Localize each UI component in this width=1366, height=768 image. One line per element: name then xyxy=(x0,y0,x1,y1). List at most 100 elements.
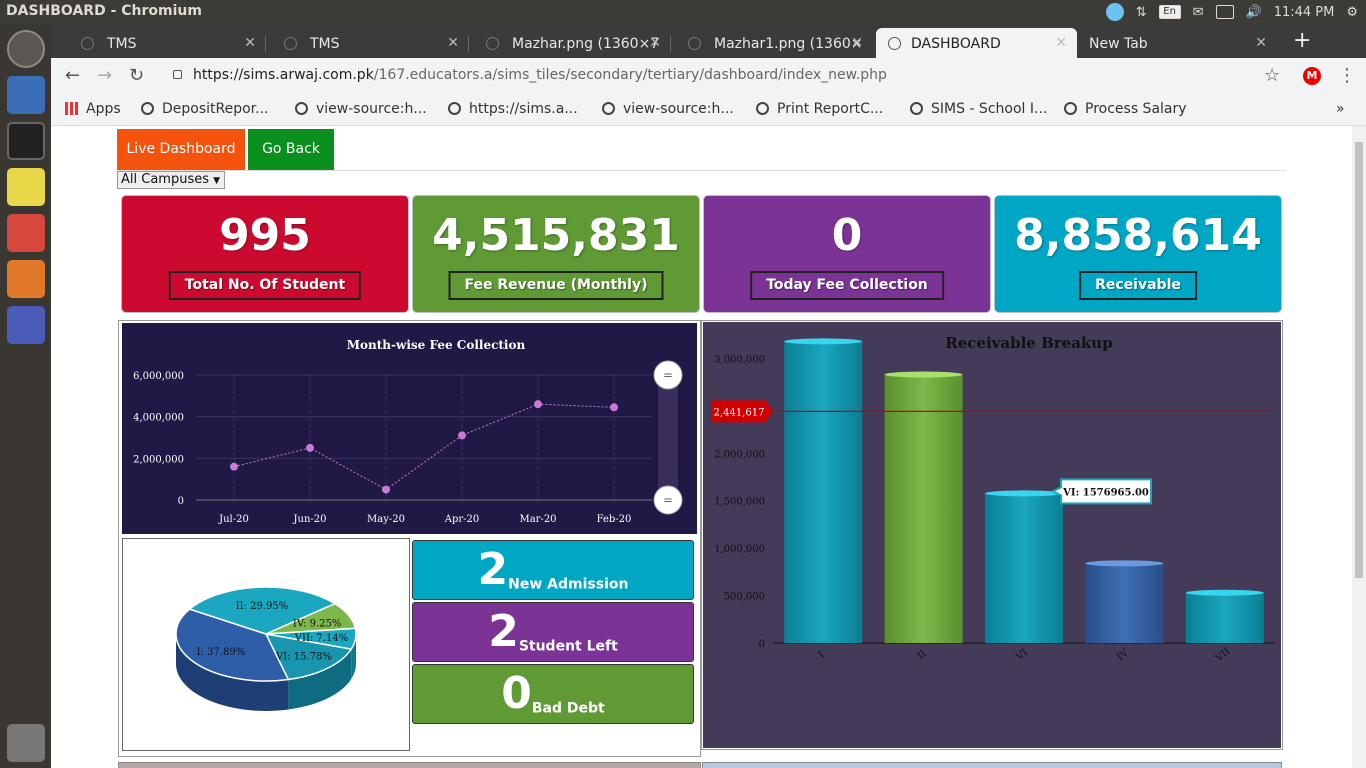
files-icon[interactable] xyxy=(7,214,45,252)
data-point[interactable] xyxy=(610,403,618,412)
bookmark-label: Print ReportC... xyxy=(777,101,884,117)
bad-debt-card: 0Bad Debt xyxy=(412,664,694,724)
x-tick-label: Mar-20 xyxy=(519,514,556,525)
bookmark-item[interactable]: Print ReportC... xyxy=(756,101,883,117)
svg-text:=: = xyxy=(663,493,673,507)
bookmark-item[interactable]: view-source:h... xyxy=(295,101,427,117)
x-tick-label: Apr-20 xyxy=(444,514,480,525)
campus-select-value: All Campuses xyxy=(121,172,209,187)
globe-icon xyxy=(688,37,701,50)
globe-icon xyxy=(1064,102,1077,115)
ssh-app-icon[interactable] xyxy=(7,168,45,206)
y-tick-label: 1,000,000 xyxy=(714,544,765,555)
profile-avatar[interactable]: M xyxy=(1303,67,1321,85)
tab-tms-2[interactable]: TMS ✕ xyxy=(254,28,469,58)
page-scrollbar[interactable] xyxy=(1352,126,1366,768)
globe-icon xyxy=(295,102,308,115)
range-scrollbar[interactable] xyxy=(658,375,678,500)
close-tab-icon[interactable]: ✕ xyxy=(851,35,863,51)
stat-value: 0 xyxy=(831,210,863,261)
tab-label: TMS xyxy=(310,36,340,52)
tab-mazhar-png[interactable]: Mazhar.png (1360×7 ✕ xyxy=(456,28,671,58)
bookmark-star-icon[interactable]: ☆ xyxy=(1264,65,1280,86)
bookmarks-overflow-icon[interactable]: » xyxy=(1336,101,1345,117)
back-button[interactable]: ← xyxy=(65,65,80,86)
x-tick-label: Jul-20 xyxy=(218,514,249,525)
battery-icon[interactable] xyxy=(1215,5,1234,19)
data-point[interactable] xyxy=(458,431,466,440)
tab-mazhar1-png[interactable]: Mazhar1.png (1360× ✕ xyxy=(658,28,873,58)
mail-icon[interactable]: ✉ xyxy=(1193,5,1204,20)
data-point[interactable] xyxy=(306,443,314,452)
bar[interactable] xyxy=(1085,563,1164,643)
bookmark-item[interactable]: https://sims.a... xyxy=(448,101,578,117)
globe-icon xyxy=(448,102,461,115)
bookmark-apps[interactable]: Apps xyxy=(65,101,121,117)
forward-button[interactable]: → xyxy=(97,65,112,86)
bookmark-item[interactable]: SIMS - School I... xyxy=(910,101,1047,117)
media-app-icon[interactable] xyxy=(7,306,45,344)
globe-icon xyxy=(284,37,297,50)
bar-cap xyxy=(1085,560,1164,567)
bar[interactable] xyxy=(985,493,1063,643)
campus-select[interactable]: All Campuses ▼ xyxy=(117,171,225,189)
address-bar[interactable]: https://sims.arwaj.com.pk/167.educators.… xyxy=(169,62,1289,90)
live-dashboard-button[interactable]: Live Dashboard xyxy=(117,129,245,170)
tab-dashboard[interactable]: DASHBOARD ✕ xyxy=(876,28,1077,58)
system-top-bar: DASHBOARD - Chromium ⇅ En ✉ 🔊 11:44 PM ⚙ xyxy=(0,0,1366,24)
chevron-down-icon: ▼ xyxy=(213,176,221,186)
y-tick-label: 0 xyxy=(178,496,184,507)
network-icon[interactable]: ⇅ xyxy=(1136,5,1147,20)
receivable-breakup-chart[interactable]: Receivable Breakup 0 500,000 1,000,000 1,50… xyxy=(703,322,1281,748)
chromium-icon[interactable] xyxy=(7,76,45,114)
page-content: Live Dashboard Go Back All Campuses ▼ 99… xyxy=(51,126,1352,768)
bookmark-label: view-source:h... xyxy=(623,101,734,117)
month-wise-fee-chart[interactable]: Month-wise Fee Collection Jul-20 Jun-20 Ma… xyxy=(122,323,697,534)
bookmark-item[interactable]: DepositRepor... xyxy=(141,101,269,117)
y-tick-label: 3,000,000 xyxy=(714,354,765,365)
data-point[interactable] xyxy=(382,485,390,494)
data-point[interactable] xyxy=(230,462,238,471)
skype-icon[interactable] xyxy=(1105,3,1124,21)
menu-icon[interactable]: ⋮ xyxy=(1338,65,1356,86)
tab-new-tab[interactable]: New Tab ✕ xyxy=(1077,28,1277,58)
divider xyxy=(117,170,1286,171)
globe-icon xyxy=(486,37,499,50)
tab-label: Mazhar1.png (1360× xyxy=(714,36,863,52)
url-host: https://sims.arwaj.com.pk xyxy=(193,67,374,83)
keyboard-layout-indicator[interactable]: En xyxy=(1158,5,1181,19)
data-point[interactable] xyxy=(534,400,542,409)
chart-title: Receivable Breakup xyxy=(945,334,1112,352)
bar[interactable] xyxy=(884,374,963,643)
y-tick-label: 6,000,000 xyxy=(133,371,184,382)
tab-strip: TMS ✕ TMS ✕ Mazhar.png (1360×7 ✕ Mazhar1.pn… xyxy=(51,24,1366,58)
tab-tms-1[interactable]: TMS ✕ xyxy=(51,28,266,58)
image-viewer-icon[interactable] xyxy=(7,260,45,298)
close-tab-icon[interactable]: ✕ xyxy=(1055,35,1067,51)
pie-slice-label: VI: 15.78% xyxy=(275,651,332,662)
clock[interactable]: 11:44 PM xyxy=(1274,5,1335,20)
terminal-icon[interactable] xyxy=(7,122,45,160)
new-tab-button[interactable]: + xyxy=(1293,28,1311,53)
bookmark-item[interactable]: Process Salary xyxy=(1064,101,1187,117)
svg-text:=: = xyxy=(663,368,673,382)
settings-gear-icon[interactable]: ⚙ xyxy=(1346,5,1358,20)
bottom-panel-left xyxy=(118,762,701,768)
bar[interactable] xyxy=(784,341,863,643)
go-back-button[interactable]: Go Back xyxy=(248,129,334,170)
reload-button[interactable]: ↻ xyxy=(129,65,144,86)
scrollbar-thumb[interactable] xyxy=(1355,142,1363,578)
volume-icon[interactable]: 🔊 xyxy=(1246,5,1262,20)
stat-card-receivable: 8,858,614 Receivable xyxy=(995,196,1281,312)
bookmark-item[interactable]: view-source:h... xyxy=(602,101,734,117)
class-distribution-pie[interactable]: I: 37.89% II: 29.95% IV: 9.25% VII: 7.14% VI… xyxy=(123,539,409,750)
bar[interactable] xyxy=(1185,592,1264,643)
mini-value: 0 xyxy=(501,668,532,719)
x-tick-label: Feb-20 xyxy=(597,514,632,525)
bar-cap xyxy=(884,371,963,378)
bookmark-label: view-source:h... xyxy=(316,101,427,117)
ubuntu-dash-icon[interactable] xyxy=(7,30,45,68)
trash-icon[interactable] xyxy=(7,724,45,762)
tab-label: Mazhar.png (1360×7 xyxy=(512,36,660,52)
close-tab-icon[interactable]: ✕ xyxy=(1255,35,1267,51)
